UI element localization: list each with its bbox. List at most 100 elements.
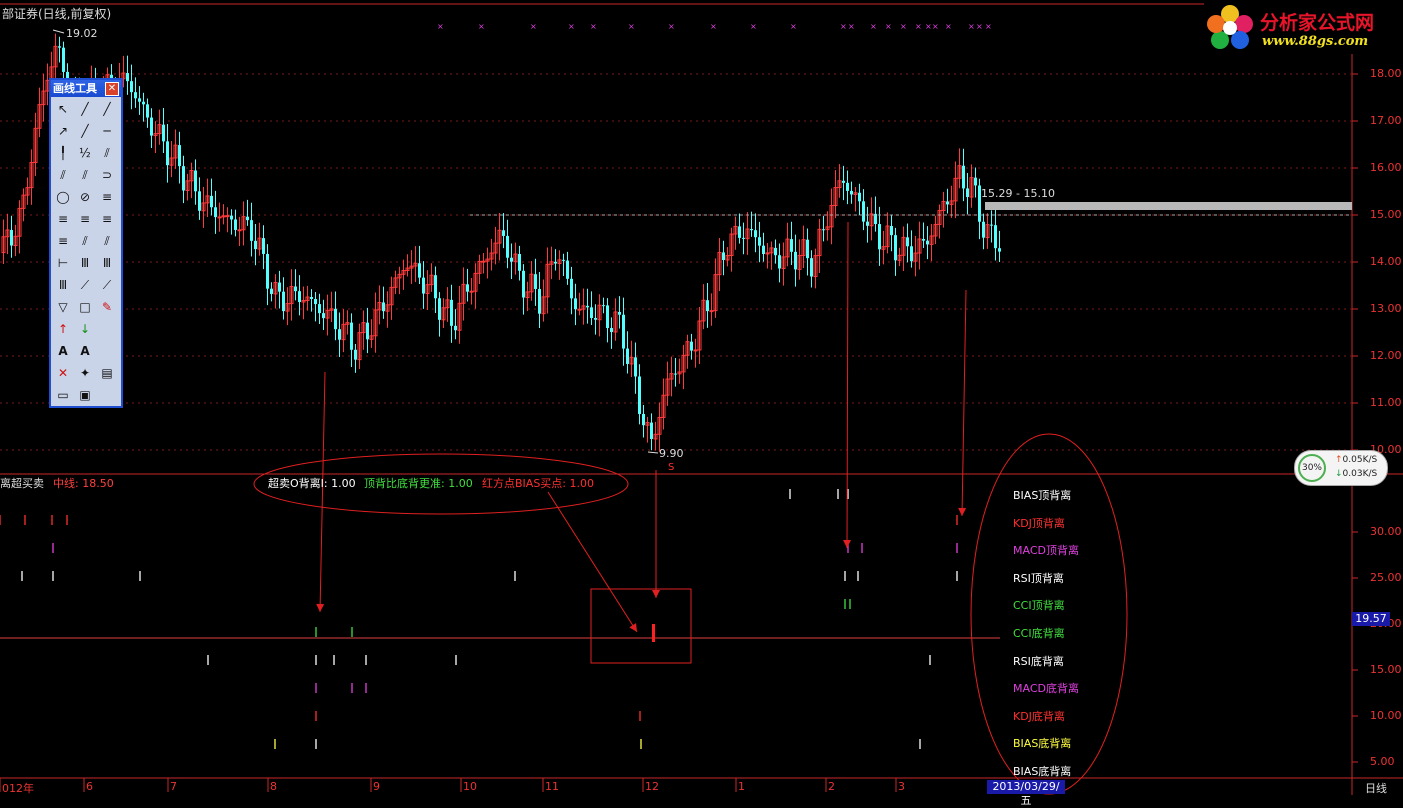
net-speed-up: ↑0.05K/S xyxy=(1335,455,1377,465)
signal-arrow-head xyxy=(652,590,660,598)
highlight-icon[interactable]: ✦ xyxy=(76,364,94,382)
candle-body xyxy=(562,259,565,261)
channel-2-icon[interactable]: ⫽ xyxy=(76,232,94,250)
stock-chart[interactable]: × × × × × × × × × × × × × × × × × × × × × × xyxy=(0,0,1403,799)
signal-arrow xyxy=(547,491,638,633)
candle-body xyxy=(250,220,253,241)
drawing-toolbox[interactable]: 画线工具 ✕ ↖ ╱ ╱ ↗ ╱ ─ ╿ ½ ⫽ ⫽ ⫽ ⊃ ◯ ⊘ ≡ ≡ ≡ ≡ ≡ ⫽ ⫽ ⊢ Ⅲ Ⅲ Ⅲ ⟋ ⟋ ▽ □ ✎ ↑ ↓ A… xyxy=(49,78,123,408)
down-arrow-icon[interactable]: ↓ xyxy=(76,320,94,338)
candle-body xyxy=(62,47,65,72)
circle-icon[interactable]: ◯ xyxy=(54,188,72,206)
fan-icon[interactable]: ⟋ xyxy=(76,276,94,294)
candle-body xyxy=(294,286,297,292)
candle-body xyxy=(534,274,537,289)
text-style-icon[interactable]: A xyxy=(76,342,94,360)
text-icon[interactable]: A xyxy=(54,342,72,360)
fib-number-icon[interactable]: ½ xyxy=(76,144,94,162)
line-icon[interactable]: ╱ xyxy=(76,100,94,118)
candle-body xyxy=(126,73,129,82)
toolbox-title: 画线工具 xyxy=(53,82,97,95)
candle-body xyxy=(210,195,213,208)
bias-buy-marker xyxy=(652,624,655,642)
signal-x-marker: × xyxy=(985,22,992,31)
net-speed-widget[interactable]: 30% ↑0.05K/S ↓0.03K/S xyxy=(1294,450,1388,486)
candle-body xyxy=(862,201,865,222)
angle-icon[interactable]: ⟋ xyxy=(98,276,116,294)
candle-body xyxy=(138,98,141,102)
candle-body xyxy=(778,255,781,269)
rectangle-icon[interactable]: □ xyxy=(76,298,94,316)
price-tick-label: 16.00 xyxy=(1370,161,1402,174)
toolbox-title-bar[interactable]: 画线工具 ✕ xyxy=(51,80,121,97)
candle-body xyxy=(234,219,237,230)
channel-3-icon[interactable]: ⫽ xyxy=(98,232,116,250)
gann-fan-icon[interactable]: ≡ xyxy=(54,210,72,228)
candle-body xyxy=(618,311,621,315)
price-tick-label: 18.00 xyxy=(1370,67,1402,80)
calc-icon[interactable]: ▣ xyxy=(76,386,94,404)
fib-retrace-icon[interactable]: ≡ xyxy=(98,210,116,228)
high-price-label: 19.02 xyxy=(66,27,98,40)
price-tick-label: 15.00 xyxy=(1370,208,1402,221)
arrow-line-icon[interactable]: ↗ xyxy=(54,122,72,140)
ruler-icon[interactable]: ▭ xyxy=(54,386,72,404)
signal-x-marker: × xyxy=(750,22,757,31)
candle-body xyxy=(502,230,505,236)
candle-body xyxy=(469,290,474,293)
grid-lines-3-icon[interactable]: Ⅲ xyxy=(54,276,72,294)
grid-lines xyxy=(0,3,1403,795)
month-label: 3 xyxy=(898,780,905,793)
legend-item: BIAS顶背离 xyxy=(1013,489,1072,502)
vertical-line-icon[interactable]: ╿ xyxy=(54,144,72,162)
candle-body xyxy=(262,238,265,254)
speed-line-icon[interactable]: ≡ xyxy=(76,210,94,228)
candle-body xyxy=(966,188,969,198)
price-tick-label: 12.00 xyxy=(1370,349,1402,362)
signal-arrow-head xyxy=(629,623,637,632)
candle-body xyxy=(974,177,977,186)
candle-body xyxy=(481,260,486,263)
indicator-tick-label: 25.00 xyxy=(1370,571,1402,584)
levels-icon[interactable]: ≡ xyxy=(54,232,72,250)
candle-body xyxy=(538,288,541,314)
signal-x-marker: × xyxy=(437,22,444,31)
triangle-icon[interactable]: ▽ xyxy=(54,298,72,316)
candle-body xyxy=(354,349,357,360)
candle-body xyxy=(586,305,589,308)
toolbox-close-button[interactable]: ✕ xyxy=(105,82,119,96)
cursor-date-box: 2013/03/29/五 xyxy=(987,780,1065,807)
month-label: 11 xyxy=(545,780,559,793)
candle-body xyxy=(602,305,605,307)
parallel-icon[interactable]: ⫽ xyxy=(98,144,116,162)
delete-icon[interactable]: ✕ xyxy=(54,364,72,382)
up-arrow-icon[interactable]: ↑ xyxy=(54,320,72,338)
arc-icon[interactable]: ⊃ xyxy=(98,166,116,184)
candle-body xyxy=(762,245,765,255)
cycle-icon[interactable]: ⊘ xyxy=(76,188,94,206)
up-arrow-icon: ↑ xyxy=(1335,455,1343,465)
candle-body xyxy=(318,304,321,314)
gann-icon[interactable]: ≡ xyxy=(98,188,116,206)
candle-body xyxy=(878,224,881,250)
trend-line-icon[interactable]: ╱ xyxy=(76,122,94,140)
month-label: 2 xyxy=(828,780,835,793)
signal-arrow xyxy=(319,371,326,613)
select-icon[interactable]: ↖ xyxy=(54,100,72,118)
horizontal-line-icon[interactable]: ─ xyxy=(98,122,116,140)
pen-icon[interactable]: ✎ xyxy=(98,298,116,316)
ray-icon[interactable]: ╱ xyxy=(98,100,116,118)
grid-lines-2-icon[interactable]: Ⅲ xyxy=(98,254,116,272)
signal-arrow-head xyxy=(958,507,967,516)
grid-lines-icon[interactable]: Ⅲ xyxy=(76,254,94,272)
channel-icon[interactable]: ⫽ xyxy=(54,166,72,184)
month-label: 1 xyxy=(738,780,745,793)
candlestick-series[interactable] xyxy=(1,33,1001,452)
period-icon[interactable]: ⊢ xyxy=(54,254,72,272)
list-icon[interactable]: ▤ xyxy=(98,364,116,382)
legend-item: KDJ顶背离 xyxy=(1013,516,1065,530)
candle-body xyxy=(998,248,1001,252)
candle-body xyxy=(842,180,845,183)
period-label[interactable]: 日线 xyxy=(1365,780,1387,796)
signal-arrow-head xyxy=(843,539,852,548)
regression-icon[interactable]: ⫽ xyxy=(76,166,94,184)
